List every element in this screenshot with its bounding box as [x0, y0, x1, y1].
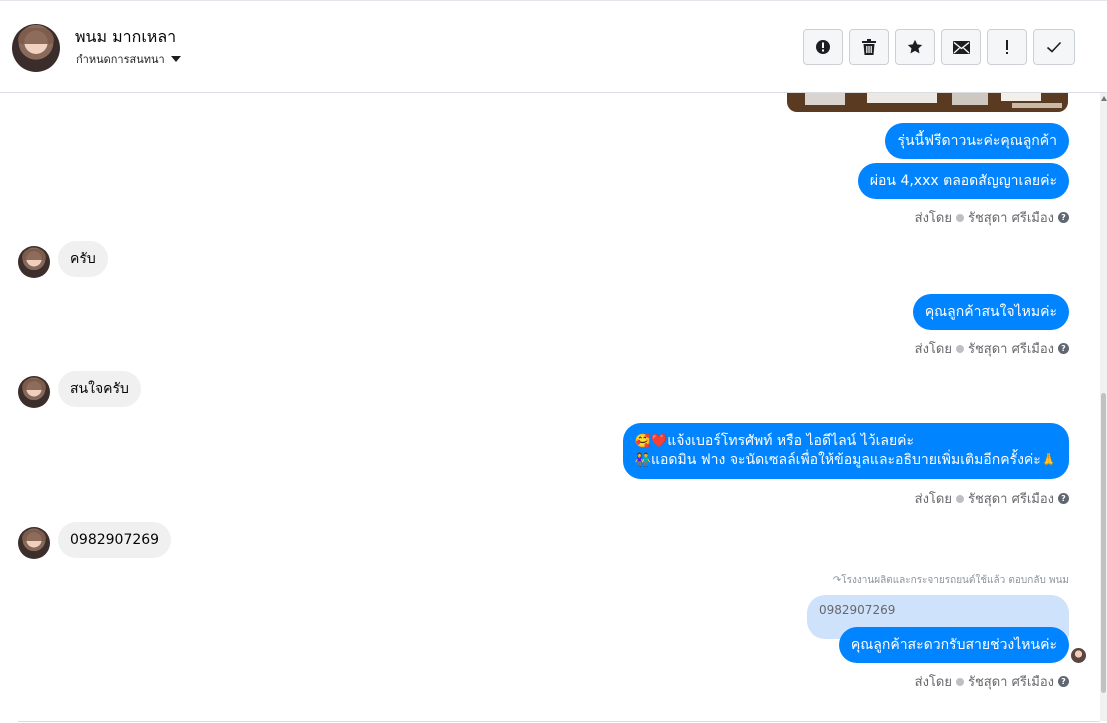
mark-done-button[interactable] [1033, 29, 1075, 65]
message-outgoing-multiline[interactable]: 🥰❤️แจ้งเบอร์โทรศัพท์ หรือ ไอดีไลน์ ไว้เล… [622, 423, 1069, 479]
report-button[interactable] [803, 29, 843, 65]
agent-status-icon [955, 494, 964, 503]
header-actions [803, 29, 1075, 65]
follow-up-button[interactable] [987, 29, 1027, 65]
message-outgoing[interactable]: คุณลูกค้าสะดวกรับสายช่วงไหนค่ะ [838, 627, 1069, 663]
message-outgoing[interactable]: ผ่อน 4,xxx ตลอดสัญญาเลยค่ะ [857, 163, 1069, 199]
reply-note: ↷โรงงานผลิตและกระจายรถยนต์ใช้แล้ว ตอบกลั… [833, 573, 1069, 588]
emoji: 👫 [634, 453, 651, 468]
message-line: 🥰❤️แจ้งเบอร์โทรศัพท์ หรือ ไอดีไลน์ ไว้เล… [635, 432, 1057, 451]
shared-image[interactable] [787, 93, 1068, 112]
agent-name[interactable]: รัชสุดา ศรีเมือง [968, 488, 1054, 509]
help-icon[interactable]: ? [1058, 212, 1069, 223]
sent-by-prefix: ส่งโดย [914, 492, 952, 507]
assign-conversation-dropdown[interactable]: กำหนดการสนทนา [76, 50, 181, 68]
help-icon[interactable]: ? [1058, 343, 1069, 354]
message-outgoing[interactable]: รุ่นนี้ฟรีดาวนะค่ะคุณลูกค้า [885, 123, 1069, 159]
contact-avatar-small[interactable] [18, 246, 50, 278]
emoji: 🥰❤️ [634, 434, 668, 449]
seen-avatar [1071, 648, 1086, 663]
agent-status-icon [955, 344, 964, 353]
assign-label: กำหนดการสนทนา [76, 53, 165, 66]
sent-by-prefix: ส่งโดย [914, 342, 952, 357]
star-button[interactable] [895, 29, 935, 65]
conversation-header: พนม มากเหลา กำหนดการสนทนา [0, 4, 1107, 93]
reply-note-text: โรงงานผลิตและกระจายรถยนต์ใช้แล้ว ตอบกลับ… [841, 575, 1069, 586]
contact-avatar-small[interactable] [18, 527, 50, 559]
agent-status-icon [955, 677, 964, 686]
scrollbar-thumb[interactable] [1101, 393, 1106, 693]
message-thread[interactable]: รุ่นนี้ฟรีดาวนะค่ะคุณลูกค้า ผ่อน 4,xxx ต… [0, 93, 1100, 721]
reply-arrow-icon: ↷ [832, 575, 842, 586]
message-incoming[interactable]: ครับ [58, 241, 108, 277]
agent-name[interactable]: รัชสุดา ศรีเมือง [968, 671, 1054, 692]
trash-icon [862, 39, 876, 55]
sent-by-line: ส่งโดย รัชสุดา ศรีเมือง ? [915, 671, 1069, 692]
bottom-divider [18, 721, 1100, 722]
help-icon[interactable]: ? [1058, 493, 1069, 504]
sent-by-line: ส่งโดย รัชสุดา ศรีเมือง ? [915, 338, 1069, 359]
sent-by-line: ส่งโดย รัชสุดา ศรีเมือง ? [915, 207, 1069, 228]
contact-name[interactable]: พนม มากเหลา [75, 25, 176, 50]
sent-by-prefix: ส่งโดย [914, 675, 952, 690]
emoji: 🙏 [1040, 453, 1057, 468]
help-icon[interactable]: ? [1058, 676, 1069, 687]
report-icon [816, 40, 830, 54]
message-line-text: แอดมิน ฟาง จะนัดเซลล์เพื่อให้ข้อมูลและอธ… [651, 452, 1041, 468]
sent-by-line: ส่งโดย รัชสุดา ศรีเมือง ? [915, 488, 1069, 509]
delete-button[interactable] [849, 29, 889, 65]
message-line-text: แจ้งเบอร์โทรศัพท์ หรือ ไอดีไลน์ ไว้เลยค่… [667, 433, 915, 449]
mark-unread-button[interactable] [941, 29, 981, 65]
caret-down-icon [170, 56, 181, 62]
agent-status-icon [955, 213, 964, 222]
sent-by-prefix: ส่งโดย [914, 211, 952, 226]
mail-icon [952, 40, 970, 54]
message-outgoing[interactable]: คุณลูกค้าสนใจไหมค่ะ [912, 294, 1069, 330]
scroll-up-arrow-icon[interactable] [1101, 96, 1107, 101]
star-icon [907, 39, 923, 54]
exclaim-icon [1006, 40, 1008, 54]
message-incoming[interactable]: 0982907269 [58, 522, 172, 558]
check-icon [1046, 41, 1062, 53]
agent-name[interactable]: รัชสุดา ศรีเมือง [968, 338, 1054, 359]
message-incoming[interactable]: สนใจครับ [58, 371, 141, 407]
agent-name[interactable]: รัชสุดา ศรีเมือง [968, 207, 1054, 228]
contact-avatar-small[interactable] [18, 376, 50, 408]
message-line: 👫แอดมิน ฟาง จะนัดเซลล์เพื่อให้ข้อมูลและอ… [635, 451, 1057, 470]
contact-avatar[interactable] [12, 24, 60, 72]
